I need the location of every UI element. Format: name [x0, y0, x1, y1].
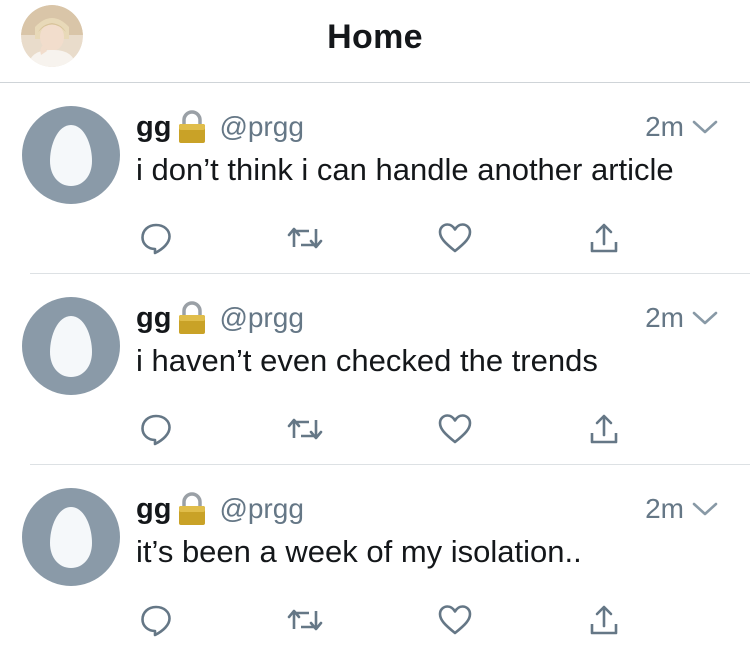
author-name[interactable]: gg [136, 493, 171, 526]
author-handle[interactable]: @prgg [219, 302, 303, 334]
retweet-button[interactable] [283, 598, 327, 642]
share-icon [590, 605, 618, 635]
tweet-author[interactable]: gg @prgg [136, 298, 304, 338]
like-button[interactable] [433, 216, 477, 260]
author-name[interactable]: gg [136, 302, 171, 335]
tweet-meta: 2m [645, 107, 718, 147]
tweet-author[interactable]: gg @prgg [136, 489, 304, 529]
lock-icon [177, 109, 207, 145]
tweet-item[interactable]: gg @prgg 2m i don’t think i can handle a… [0, 83, 750, 274]
retweet-icon [287, 418, 323, 440]
tweet-text: i haven’t even checked the trends [136, 343, 598, 378]
tweet-author[interactable]: gg @prgg [136, 107, 304, 147]
tweet-meta: 2m [645, 298, 718, 338]
page-title: Home [327, 18, 423, 56]
egg-avatar-icon [22, 106, 120, 204]
egg-avatar-icon [22, 488, 120, 586]
heart-icon [438, 605, 472, 635]
lock-icon [177, 300, 207, 336]
default-egg-avatar[interactable] [22, 106, 120, 204]
reply-button[interactable] [134, 407, 178, 451]
author-handle[interactable]: @prgg [219, 493, 303, 525]
reply-icon [141, 414, 171, 446]
share-icon [590, 223, 618, 253]
tweet-item[interactable]: gg @prgg 2m i haven’t even checked the t… [0, 274, 750, 465]
like-button[interactable] [433, 407, 477, 451]
share-button[interactable] [582, 216, 626, 260]
tweet-meta: 2m [645, 489, 718, 529]
lock-icon [177, 491, 207, 527]
tweet-text: i don’t think i can handle another artic… [136, 152, 674, 187]
retweet-icon [287, 227, 323, 249]
chevron-down-icon[interactable] [692, 310, 718, 326]
heart-icon [438, 223, 472, 253]
tweet-timestamp: 2m [645, 111, 684, 142]
egg-avatar-icon [22, 297, 120, 395]
share-button[interactable] [582, 598, 626, 642]
share-button[interactable] [582, 407, 626, 451]
tweet-text: it’s been a week of my isolation.. [136, 534, 582, 569]
tweet-timestamp: 2m [645, 493, 684, 524]
author-name[interactable]: gg [136, 111, 171, 144]
retweet-icon [287, 609, 323, 631]
default-egg-avatar[interactable] [22, 297, 120, 395]
tweet-item[interactable]: gg @prgg 2m it’s been a week of my isola… [0, 465, 750, 656]
author-handle[interactable]: @prgg [219, 111, 303, 143]
share-icon [590, 414, 618, 444]
reply-button[interactable] [134, 216, 178, 260]
retweet-button[interactable] [283, 216, 327, 260]
retweet-button[interactable] [283, 407, 327, 451]
chevron-down-icon[interactable] [692, 119, 718, 135]
default-egg-avatar[interactable] [22, 488, 120, 586]
reply-icon [141, 605, 171, 637]
like-button[interactable] [433, 598, 477, 642]
chevron-down-icon[interactable] [692, 501, 718, 517]
heart-icon [438, 414, 472, 444]
reply-button[interactable] [134, 598, 178, 642]
reply-icon [141, 223, 171, 255]
tweet-timestamp: 2m [645, 302, 684, 333]
top-bar: Home [0, 0, 750, 83]
